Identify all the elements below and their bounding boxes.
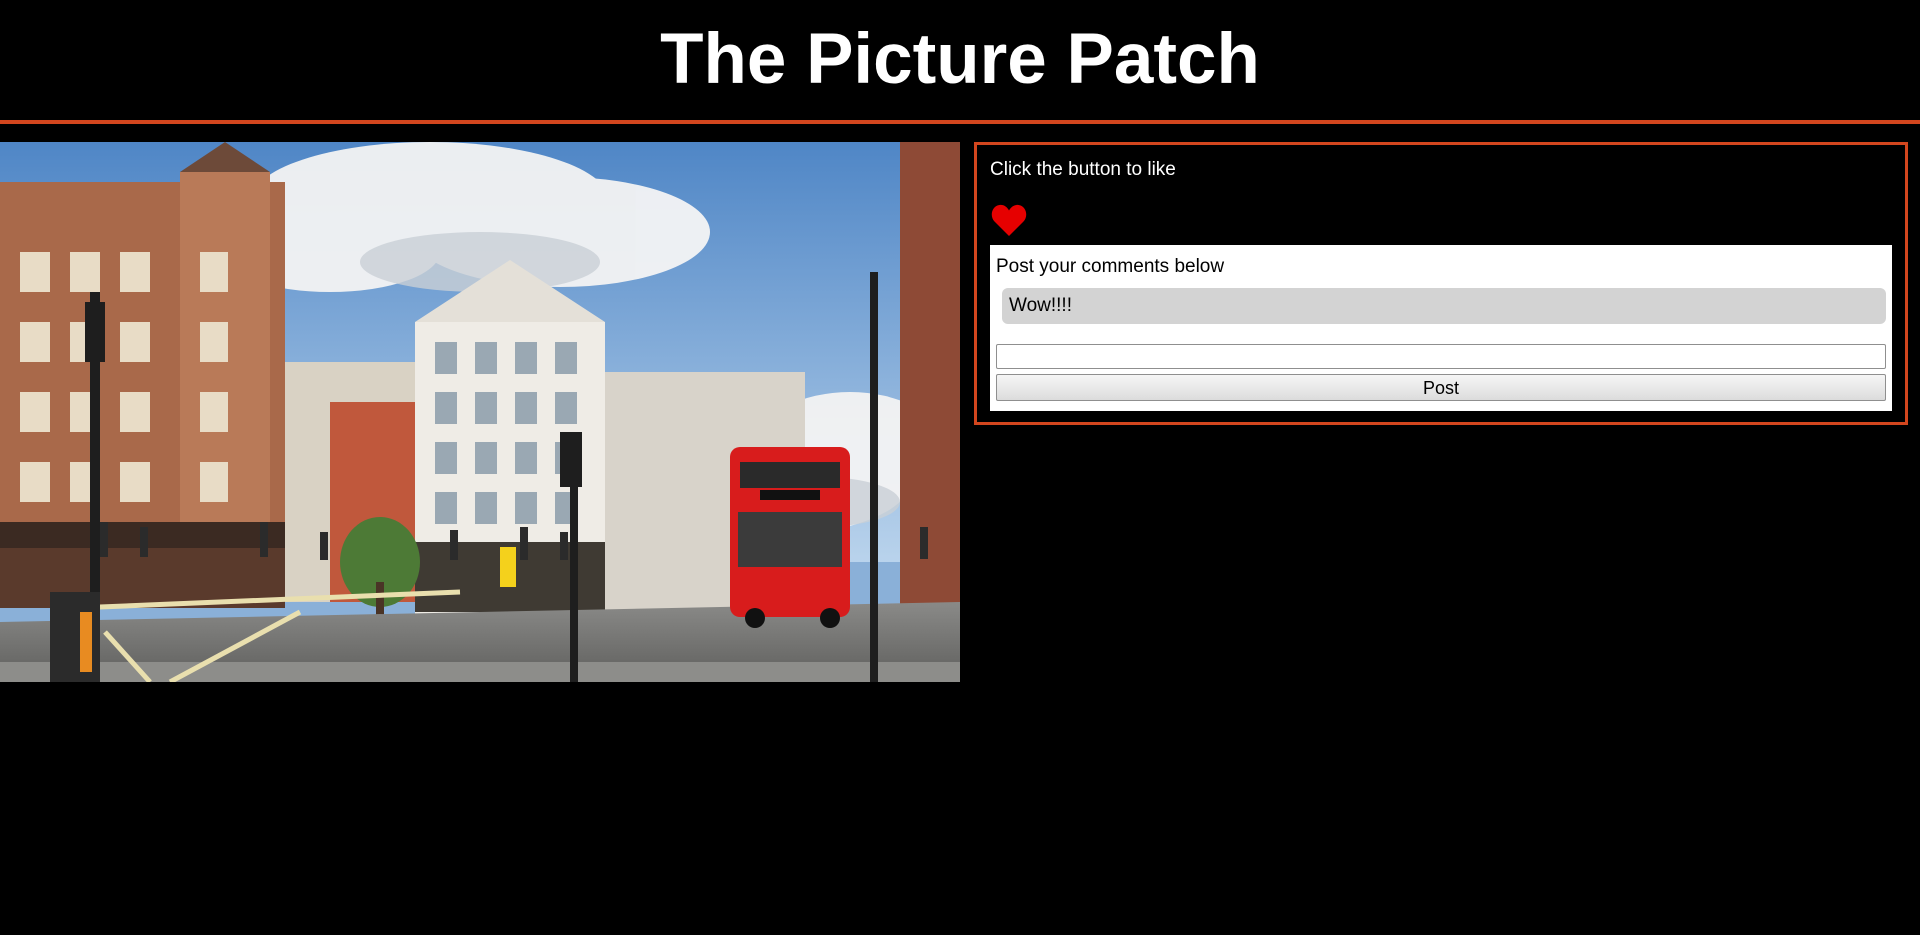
comment-input[interactable] bbox=[996, 344, 1886, 369]
page-header: The Picture Patch bbox=[0, 0, 1920, 124]
comment-item: Wow!!!! bbox=[1002, 288, 1886, 324]
like-comment-panel: Click the button to like Post your comme… bbox=[974, 142, 1908, 425]
london-street-photo bbox=[0, 142, 960, 682]
comments-section: Post your comments below Wow!!!! Post bbox=[990, 245, 1892, 411]
post-button[interactable]: Post bbox=[996, 374, 1886, 401]
comments-heading: Post your comments below bbox=[996, 256, 1225, 277]
heart-icon[interactable] bbox=[991, 203, 1027, 237]
like-prompt: Click the button to like bbox=[990, 159, 1176, 180]
page-title: The Picture Patch bbox=[660, 20, 1260, 99]
